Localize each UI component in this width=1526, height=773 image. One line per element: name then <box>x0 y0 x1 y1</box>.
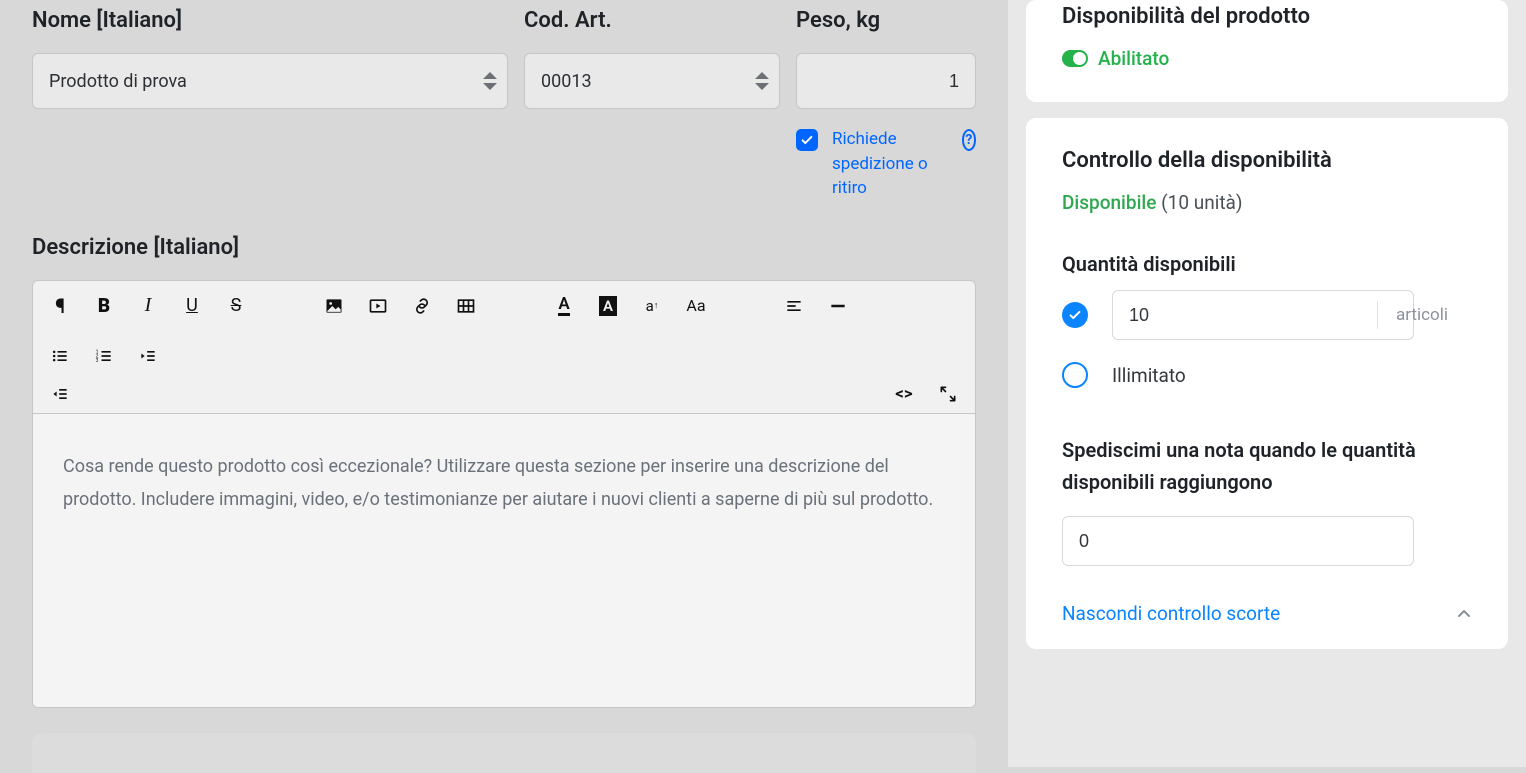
requires-shipping-label: Richiede spedizione o ritiro <box>832 127 948 201</box>
svg-text:3: 3 <box>96 358 99 364</box>
availability-status: Disponibile (10 unità) <box>1062 191 1472 214</box>
enabled-toggle[interactable] <box>1062 50 1088 67</box>
strike-icon[interactable]: S <box>225 295 247 317</box>
weight-input-wrap[interactable] <box>796 53 976 109</box>
weight-label: Peso, kg <box>796 8 976 33</box>
sku-input[interactable]: 00013 <box>524 53 780 109</box>
video-icon[interactable] <box>367 295 389 317</box>
name-label: Nome [Italiano] <box>32 8 508 33</box>
link-icon[interactable] <box>411 295 433 317</box>
qty-input-wrap[interactable]: articoli <box>1112 290 1414 340</box>
text-case-icon[interactable]: Aa <box>685 295 707 317</box>
sku-value: 00013 <box>541 71 592 92</box>
qty-limited-radio[interactable] <box>1062 302 1088 328</box>
chevron-up-icon <box>1456 606 1472 622</box>
weight-input[interactable] <box>813 71 959 92</box>
notify-threshold-input[interactable] <box>1062 516 1414 566</box>
outdent-icon[interactable] <box>137 345 159 367</box>
highlight-icon[interactable]: A <box>597 295 619 317</box>
check-icon <box>1068 308 1082 322</box>
qty-title: Quantità disponibili <box>1062 252 1472 276</box>
description-textarea[interactable]: Cosa rende questo prodotto così eccezion… <box>33 414 975 707</box>
stock-control-title: Controllo della disponibilità <box>1062 148 1472 173</box>
name-spinner[interactable] <box>483 72 497 90</box>
next-section-peek <box>32 733 976 773</box>
chevron-up-icon <box>755 72 769 79</box>
name-input[interactable]: Prodotto di prova <box>32 53 508 109</box>
image-icon[interactable] <box>323 295 345 317</box>
underline-icon[interactable]: U <box>181 295 203 317</box>
sku-label: Cod. Art. <box>524 8 780 33</box>
qty-unlimited-label: Illimitato <box>1112 364 1186 387</box>
chevron-down-icon <box>483 83 497 90</box>
check-icon <box>800 133 814 147</box>
enabled-label: Abilitato <box>1098 47 1169 70</box>
qty-unlimited-radio[interactable] <box>1062 362 1088 388</box>
ordered-list-icon[interactable]: 123 <box>93 345 115 367</box>
hide-stock-link[interactable]: Nascondi controllo scorte <box>1062 602 1280 625</box>
italic-icon[interactable]: I <box>137 295 159 317</box>
chevron-up-icon <box>483 72 497 79</box>
notify-title: Spediscimi una nota quando le quantità d… <box>1062 434 1472 498</box>
unordered-list-icon[interactable] <box>49 345 71 367</box>
horizontal-rule-icon[interactable] <box>827 295 849 317</box>
sku-spinner[interactable] <box>755 72 769 90</box>
table-icon[interactable] <box>455 295 477 317</box>
qty-input[interactable] <box>1113 305 1377 326</box>
font-size-icon[interactable]: a↑ <box>641 295 663 317</box>
chevron-down-icon <box>755 83 769 90</box>
name-value: Prodotto di prova <box>49 71 187 92</box>
code-icon[interactable]: <> <box>893 383 915 405</box>
help-icon[interactable]: ? <box>962 129 976 151</box>
align-icon[interactable] <box>783 295 805 317</box>
description-editor: ¶ B I U S <box>32 280 976 708</box>
editor-toolbar: ¶ B I U S <box>33 281 975 414</box>
indent-icon[interactable] <box>49 383 71 405</box>
paragraph-icon[interactable]: ¶ <box>49 295 71 317</box>
requires-shipping-checkbox[interactable] <box>796 129 818 151</box>
availability-title: Disponibilità del prodotto <box>1062 4 1472 29</box>
qty-unit: articoli <box>1377 301 1466 330</box>
text-color-icon[interactable]: A <box>553 295 575 317</box>
description-label: Descrizione [Italiano] <box>32 235 976 260</box>
fullscreen-icon[interactable] <box>937 383 959 405</box>
bold-icon[interactable]: B <box>93 295 115 317</box>
